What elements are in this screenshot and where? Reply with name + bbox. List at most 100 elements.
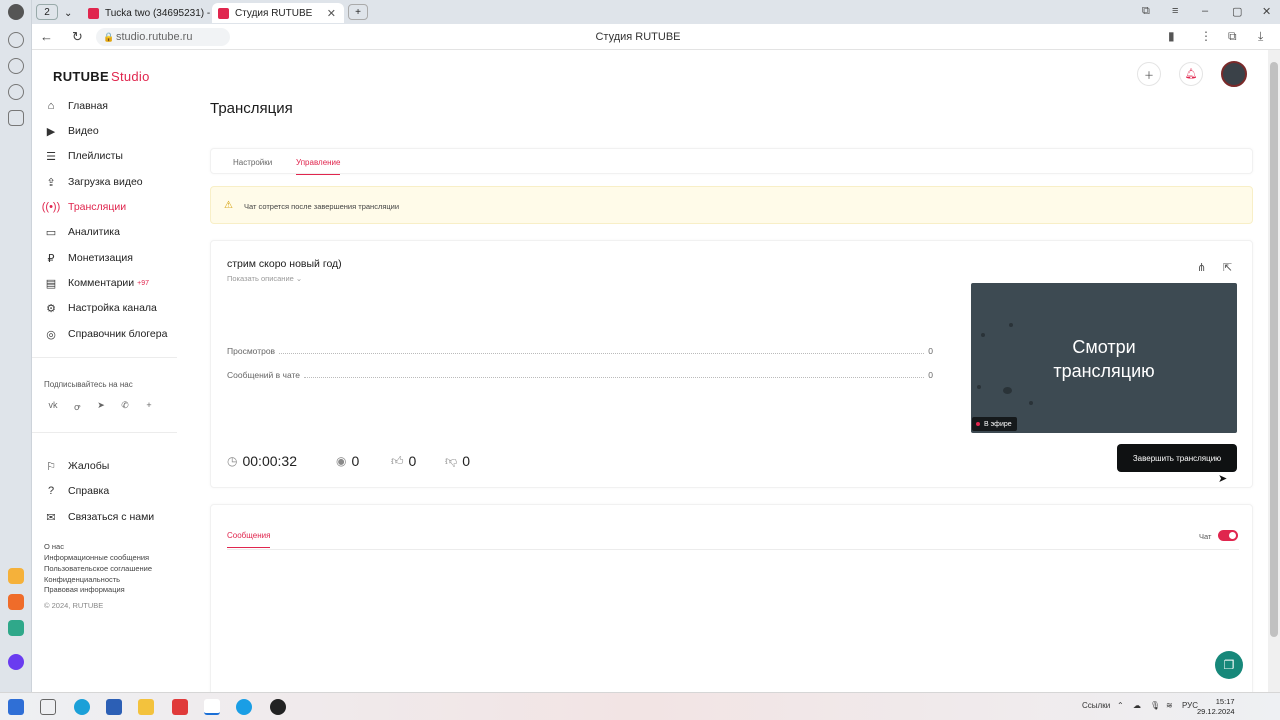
tab-list-dropdown[interactable]: ⌄: [58, 3, 80, 23]
external-link-icon[interactable]: ⇱: [1223, 261, 1232, 274]
minimize-icon[interactable]: –: [1202, 5, 1208, 17]
bookmark-flag-icon[interactable]: ▮: [1168, 29, 1175, 43]
tab-messages[interactable]: Сообщения: [227, 531, 271, 548]
clock[interactable]: 15:17 29.12.2024: [1197, 697, 1235, 717]
sidebar-item-broadcasts[interactable]: ((•)) Трансляции: [42, 197, 127, 217]
browser-tab-strip: 2 ⌄ Tucka two (34695231) - cs Студия RUT…: [32, 0, 1280, 24]
duration-metric: ◷ 00:00:32: [227, 453, 297, 469]
page-title: Трансляция: [210, 100, 293, 117]
sidebar-item-label: Трансляции: [68, 201, 127, 213]
workspace-icon[interactable]: [8, 110, 24, 126]
sidebar-item-blogger-guide[interactable]: ◎ Справочник блогера: [44, 324, 167, 344]
upload-icon: ⇪: [46, 176, 56, 189]
notifications-bell-icon[interactable]: 🔔︎: [1179, 62, 1203, 86]
chat-toggle[interactable]: [1218, 530, 1238, 541]
footer-link-privacy[interactable]: Конфиденциальность: [44, 575, 120, 584]
create-icon[interactable]: ＋: [1137, 62, 1161, 86]
sidebar-item-home[interactable]: ⌂ Главная: [44, 96, 108, 116]
download-icon[interactable]: ⤓: [1258, 29, 1263, 44]
stream-preview[interactable]: Смотри трансляцию В эфире: [971, 283, 1237, 433]
sidebar-item-playlists[interactable]: ☰ Плейлисты: [44, 146, 123, 166]
microphone-icon[interactable]: 🎙︎: [1150, 701, 1160, 710]
profile-icon[interactable]: [8, 4, 24, 20]
guide-icon: ◎: [46, 328, 56, 341]
subscribe-title: Подписывайтесь на нас: [44, 380, 133, 389]
thumbs-down-icon: 👎︎: [445, 453, 458, 468]
support-chat-button[interactable]: ❐: [1215, 651, 1243, 679]
playlist-icon: ☰: [46, 150, 56, 163]
history-icon[interactable]: [8, 32, 24, 48]
avatar[interactable]: [1221, 61, 1247, 87]
show-description-link[interactable]: Показать описание ⌄: [227, 274, 302, 283]
clock-date: 29.12.2024: [1197, 707, 1235, 716]
network-icon[interactable]: ≋: [1166, 701, 1173, 710]
end-broadcast-button[interactable]: Завершить трансляцию: [1117, 444, 1237, 472]
yandex-icon[interactable]: [172, 699, 188, 715]
preview-particle: [1009, 323, 1013, 327]
logo-suffix: Studio: [110, 69, 150, 84]
sidebar-item-video[interactable]: ▶ Видео: [44, 121, 99, 141]
tray-chevron-icon[interactable]: ⌃: [1117, 701, 1124, 710]
games-app-icon[interactable]: [8, 620, 24, 636]
maximize-icon[interactable]: ▢: [1232, 5, 1242, 18]
sidebar-item-help[interactable]: ? Справка: [44, 481, 109, 501]
tab-rutube-studio[interactable]: Студия RUTUBE ✕: [212, 3, 344, 23]
sidebar-divider: [32, 432, 177, 433]
sidebar-item-contact[interactable]: ✉ Связаться с нами: [44, 507, 154, 527]
collections-icon[interactable]: ⧉: [1228, 29, 1237, 44]
music-app-icon[interactable]: [8, 594, 24, 610]
sidebar-item-label: Аналитика: [68, 226, 120, 238]
sidebar-item-analytics[interactable]: ▭ Аналитика: [44, 222, 120, 242]
page-scrollbar[interactable]: [1268, 50, 1280, 692]
analytics-icon: ▭: [45, 226, 57, 239]
tab-counter[interactable]: 2: [36, 4, 58, 20]
file-explorer-icon[interactable]: [138, 699, 154, 715]
telegram-icon[interactable]: ➤: [93, 400, 109, 414]
more-socials-icon[interactable]: +: [141, 400, 157, 414]
viber-icon[interactable]: ✆: [117, 400, 133, 414]
tab-management[interactable]: Управление: [296, 158, 341, 175]
tab-label: Tucka two (34695231) - cs: [105, 7, 224, 19]
footer-link-info[interactable]: Информационные сообщения: [44, 553, 149, 562]
more-icon[interactable]: ⋮: [1200, 29, 1212, 43]
sidebar-item-upload[interactable]: ⇪ Загрузка видео: [44, 172, 142, 192]
rutube-studio-logo[interactable]: RUTUBE Studio: [53, 69, 150, 84]
alice-assistant-icon[interactable]: [8, 654, 24, 670]
window-close-icon[interactable]: ✕: [1262, 5, 1271, 18]
sidebar-item-comments[interactable]: ▤ Комментарии +97: [44, 273, 149, 293]
sidebar-item-channel-settings[interactable]: ⚙ Настройка канала: [44, 298, 157, 318]
menu-icon[interactable]: ≡: [1172, 5, 1178, 17]
sidebar-item-monetization[interactable]: ₽ Монетизация: [44, 248, 133, 268]
address-bar: ← ↻ 🔒 studio.rutube.ru Студия RUTUBE ▮ ⋮…: [32, 24, 1280, 50]
footer-link-legal[interactable]: Правовая информация: [44, 585, 125, 594]
clock-icon[interactable]: [8, 84, 24, 100]
onedrive-icon[interactable]: ☁: [1133, 701, 1141, 710]
tab-settings[interactable]: Настройки: [233, 158, 272, 167]
compass-icon[interactable]: [8, 58, 24, 74]
skype-icon[interactable]: [236, 699, 252, 715]
browser-side-rail: [0, 0, 32, 692]
close-icon[interactable]: ✕: [327, 7, 336, 20]
notes-app-icon[interactable]: [8, 568, 24, 584]
store-icon[interactable]: [106, 699, 122, 715]
task-view-icon[interactable]: [40, 699, 56, 715]
share-icon[interactable]: ⋔: [1197, 261, 1206, 274]
sidebar-item-complaints[interactable]: ⚐ Жалобы: [44, 456, 109, 476]
scrollbar-thumb[interactable]: [1270, 62, 1278, 637]
footer-link-about[interactable]: О нас: [44, 542, 64, 551]
start-menu-icon[interactable]: [8, 699, 24, 715]
dotted-leader: [279, 353, 925, 354]
bookmark-icon[interactable]: ⧉: [1142, 5, 1150, 18]
new-tab-button[interactable]: +: [348, 4, 368, 20]
live-label: В эфире: [984, 420, 1012, 428]
stat-label: Просмотров: [227, 346, 276, 356]
mouse-cursor-icon: ➤: [1218, 473, 1228, 485]
tray-links-label[interactable]: Ссылки: [1082, 701, 1110, 710]
yandex-browser-icon[interactable]: [204, 699, 220, 715]
vk-icon[interactable]: vk: [45, 400, 61, 414]
footer-link-terms[interactable]: Пользовательское соглашение: [44, 564, 152, 573]
ok-icon[interactable]: ꝍ: [69, 400, 85, 414]
edge-icon[interactable]: [74, 699, 90, 715]
language-indicator[interactable]: РУС: [1182, 701, 1198, 710]
obs-icon[interactable]: [270, 699, 286, 715]
